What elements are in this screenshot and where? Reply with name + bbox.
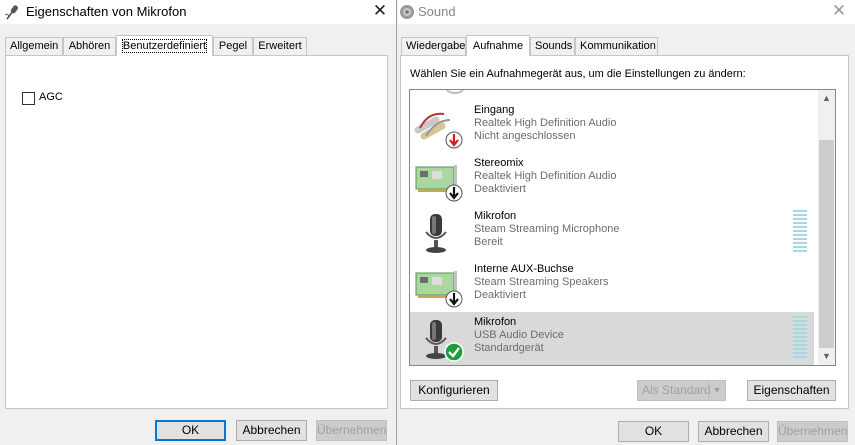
device-status: Standardgerät [474,342,544,354]
device-status: Nicht angeschlossen [474,130,576,142]
speaker-window-icon [398,3,416,21]
device-name: Mikrofon [474,210,517,222]
device-status: Bereit [474,236,503,248]
device-status: Deaktiviert [474,289,526,301]
scroll-thumb[interactable] [819,140,834,348]
tab-sounds[interactable]: Sounds [530,37,575,55]
window-title: Sound [418,4,456,19]
sound-card-icon [414,159,464,203]
device-row[interactable]: Interne AUX-Buchse Steam Streaming Speak… [410,259,814,312]
tab-kommunikation[interactable]: Kommunikation [575,37,658,55]
device-name: Stereomix [474,157,524,169]
device-driver: Realtek High Definition Audio [474,117,617,129]
microphone-icon [414,318,464,362]
properties-button[interactable]: Eigenschaften [747,380,836,401]
set-default-button[interactable]: Als Standard ▼ [637,380,726,401]
tab-strip: Wiedergabe Aufnahme Sounds Kommunikation [401,35,851,57]
agc-label[interactable]: AGC [39,91,63,103]
tab-panel: Wählen Sie ein Aufnahmegerät aus, um die… [400,55,849,409]
close-icon[interactable]: ✕ [829,1,849,21]
cancel-button[interactable]: Abbrechen [236,420,307,441]
device-list[interactable]: Eingang Realtek High Definition Audio Ni… [409,89,836,366]
tab-abhoeren[interactable]: Abhören [63,37,116,55]
tab-strip: Allgemein Abhören Benutzerdefiniert Pege… [5,35,390,57]
tab-pegel[interactable]: Pegel [213,37,253,55]
titlebar: Eigenschaften von Mikrofon ✕ [0,0,396,24]
tab-benutzerdefiniert[interactable]: Benutzerdefiniert [116,35,213,56]
microphone-properties-window: Eigenschaften von Mikrofon ✕ Allgemein A… [0,0,397,445]
device-row[interactable]: Stereomix Realtek High Definition Audio … [410,153,814,206]
device-driver: Realtek High Definition Audio [474,170,617,182]
cancel-button[interactable]: Abbrechen [698,421,769,442]
level-meter [793,210,807,254]
device-name: Eingang [474,104,515,116]
device-name: Interne AUX-Buchse [474,263,574,275]
device-row-selected[interactable]: Mikrofon USB Audio Device Standardgerät [410,312,814,365]
apply-button[interactable]: Übernehmen [777,421,848,442]
device-list-scrollbar[interactable]: ▲ ▼ [818,90,835,365]
microphone-icon [414,212,464,256]
chevron-down-icon[interactable]: ▼ [708,381,725,400]
sound-window: Sound ✕ Wiedergabe Aufnahme Sounds Kommu… [398,0,855,445]
tab-allgemein[interactable]: Allgemein [5,37,63,55]
instruction-text: Wählen Sie ein Aufnahmegerät aus, um die… [410,68,746,80]
tab-panel: AGC [5,55,388,409]
device-row[interactable]: Eingang Realtek High Definition Audio Ni… [410,100,814,153]
apply-button[interactable]: Übernehmen [316,420,387,441]
window-title: Eigenschaften von Mikrofon [26,4,187,19]
tab-erweitert[interactable]: Erweitert [253,37,307,55]
device-driver: USB Audio Device [474,329,564,341]
device-driver: Steam Streaming Speakers [474,276,609,288]
sound-card-icon [414,265,464,309]
configure-button[interactable]: Konfigurieren [410,380,498,401]
level-meter [793,316,807,360]
microphone-window-icon [4,3,22,21]
partial-device-icon [446,90,464,94]
agc-checkbox[interactable] [22,92,35,105]
ok-button[interactable]: OK [618,421,689,442]
device-row[interactable]: Mikrofon Steam Streaming Microphone Bere… [410,206,814,259]
scroll-down-icon[interactable]: ▼ [818,348,835,365]
device-driver: Steam Streaming Microphone [474,223,620,235]
tab-aufnahme[interactable]: Aufnahme [466,35,530,56]
device-status: Deaktiviert [474,183,526,195]
ok-button[interactable]: OK [155,420,226,441]
device-name: Mikrofon [474,316,517,328]
scroll-up-icon[interactable]: ▲ [818,90,835,107]
titlebar: Sound ✕ [398,0,855,24]
close-icon[interactable]: ✕ [370,1,390,21]
tab-label: Benutzerdefiniert [121,39,208,53]
set-default-label: Als Standard [642,383,711,397]
line-in-jack-icon [414,106,464,150]
tab-wiedergabe[interactable]: Wiedergabe [401,37,466,55]
